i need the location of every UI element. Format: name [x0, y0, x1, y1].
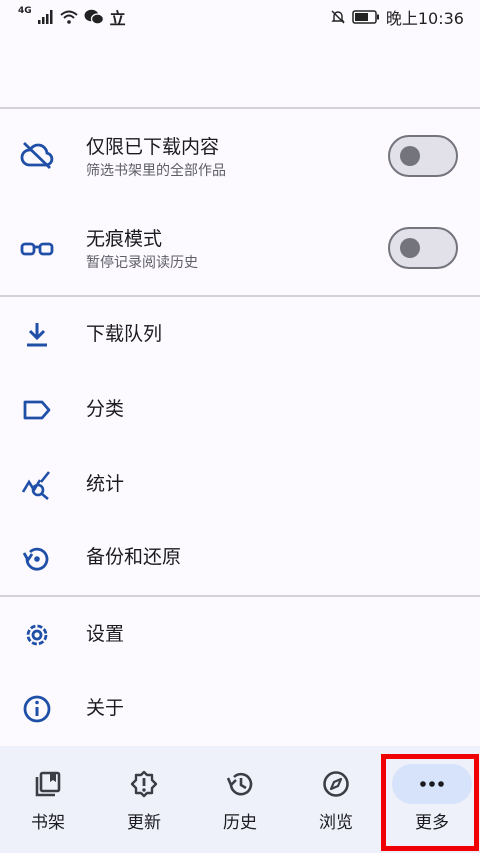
divider-middle	[0, 295, 480, 297]
incognito-text: 无痕模式 暂停记录阅读历史	[86, 227, 198, 273]
about-text: 关于	[86, 696, 124, 720]
status-bar: 4G 立 晚上10:36	[0, 0, 480, 34]
settings-backup-restore-icon	[20, 542, 54, 576]
download-icon	[20, 318, 54, 352]
bell-muted-icon	[331, 10, 345, 24]
nav-label-library: 书架	[31, 813, 65, 833]
bottom-navigation: 书架 更新 历史 浏览 更多	[0, 746, 480, 853]
downloaded-only-title: 仅限已下载内容	[86, 136, 220, 158]
nav-item-more[interactable]: 更多	[384, 746, 480, 853]
downloaded-only-row[interactable]: 仅限已下载内容 筛选书架里的全部作品	[0, 110, 480, 202]
statistics-row[interactable]: 统计	[0, 448, 480, 523]
incognito-subtitle: 暂停记录阅读历史	[86, 255, 198, 271]
nav-label-browse: 浏览	[319, 813, 353, 833]
about-row[interactable]: 关于	[0, 672, 480, 746]
settings-row[interactable]: 设置	[0, 598, 480, 672]
glasses-icon	[20, 232, 54, 266]
incognito-row[interactable]: 无痕模式 暂停记录阅读历史	[0, 202, 480, 294]
categories-row[interactable]: 分类	[0, 373, 480, 448]
downloaded-only-text: 仅限已下载内容 筛选书架里的全部作品	[86, 135, 226, 181]
toggle-knob	[400, 146, 420, 166]
nav-item-browse[interactable]: 浏览	[288, 746, 384, 853]
backup-restore-row[interactable]: 备份和还原	[0, 523, 480, 595]
cloud-off-icon	[20, 138, 54, 172]
nav-icon-container	[104, 764, 184, 804]
query-stats-icon	[20, 468, 54, 502]
download-queue-title: 下载队列	[86, 323, 163, 345]
nav-icon-container	[296, 764, 376, 804]
history-icon	[226, 772, 253, 796]
wechat-icon	[84, 9, 104, 25]
nav-label-updates: 更新	[127, 813, 161, 833]
toggle-knob	[400, 238, 420, 258]
settings-text: 设置	[86, 622, 124, 646]
divider-top	[0, 107, 480, 109]
label-icon	[20, 393, 54, 427]
updates-icon	[130, 770, 158, 798]
status-time: 晚上10:36	[385, 9, 464, 28]
battery-icon	[352, 10, 379, 24]
incognito-toggle[interactable]	[388, 227, 458, 269]
nav-icon-container	[8, 764, 88, 804]
more-icon	[420, 781, 444, 787]
backup-restore-text: 备份和还原	[86, 545, 181, 569]
wifi-icon	[59, 10, 78, 24]
network-type: 4G	[18, 6, 32, 16]
download-queue-text: 下载队列	[86, 322, 162, 346]
downloaded-only-subtitle: 筛选书架里的全部作品	[86, 163, 226, 179]
nav-item-library[interactable]: 书架	[0, 746, 96, 853]
downloaded-only-toggle[interactable]	[388, 135, 458, 177]
incognito-title: 无痕模式	[86, 228, 163, 250]
divider-bottom	[0, 595, 480, 597]
backup-restore-title: 备份和还原	[86, 546, 182, 568]
status-left: 4G 立	[18, 5, 126, 29]
nav-label-more: 更多	[415, 813, 449, 833]
categories-text: 分类	[86, 397, 124, 421]
info-icon	[20, 692, 54, 726]
settings-title: 设置	[86, 623, 125, 645]
signal-icon	[37, 10, 53, 24]
nav-label-history: 历史	[223, 813, 257, 833]
nav-icon-container-active	[392, 764, 472, 804]
categories-title: 分类	[86, 398, 125, 420]
carrier-glyph: 立	[109, 9, 126, 28]
statistics-text: 统计	[86, 472, 124, 496]
nav-item-updates[interactable]: 更新	[96, 746, 192, 853]
compass-icon	[323, 771, 349, 797]
about-title: 关于	[86, 697, 125, 719]
gear-icon	[20, 618, 54, 652]
library-icon	[35, 771, 61, 797]
status-right: 晚上10:36	[330, 5, 464, 29]
nav-icon-container	[200, 764, 280, 804]
nav-item-history[interactable]: 历史	[192, 746, 288, 853]
statistics-title: 统计	[86, 473, 125, 495]
download-queue-row[interactable]: 下载队列	[0, 298, 480, 373]
